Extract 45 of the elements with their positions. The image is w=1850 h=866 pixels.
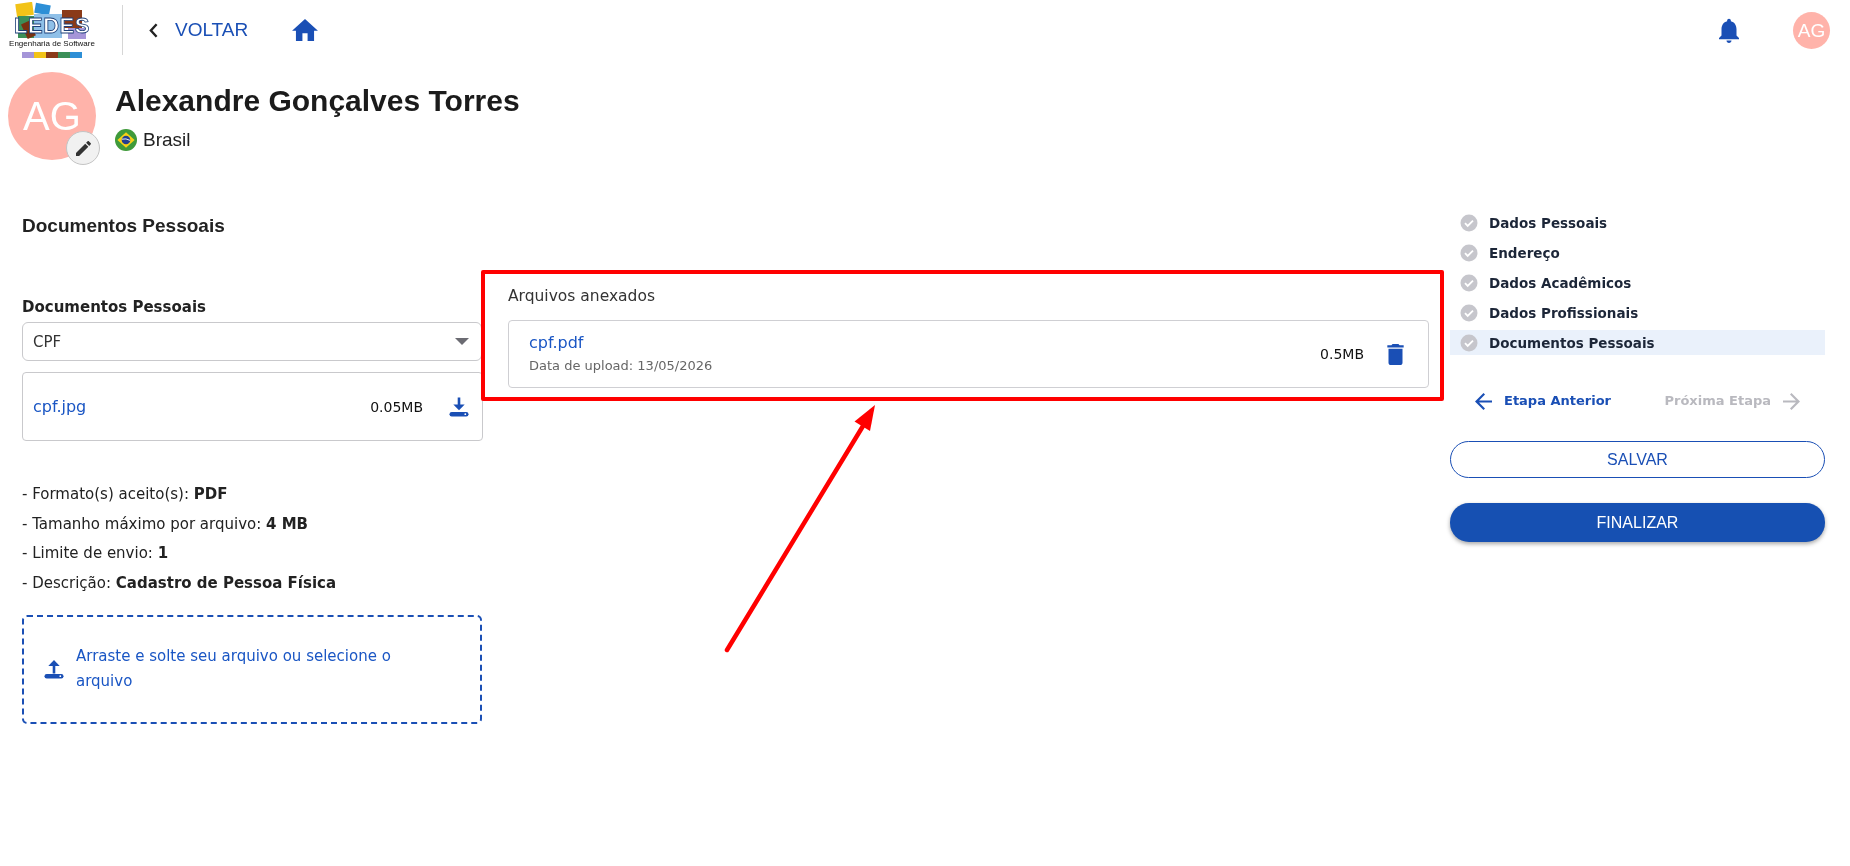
logo-title: LEDES	[14, 15, 90, 37]
home-icon	[292, 19, 319, 41]
upload-dropzone[interactable]: Arraste e solte seu arquivo ou selecione o arquivo	[22, 614, 482, 724]
save-button[interactable]: SALVAR	[1450, 441, 1825, 478]
download-button[interactable]	[449, 396, 469, 417]
file-link[interactable]: cpf.jpg	[33, 396, 87, 417]
profile-avatar: AG	[8, 72, 96, 160]
bell-icon	[1718, 17, 1740, 43]
step-item[interactable]: Endereço	[1450, 240, 1825, 265]
notifications-button[interactable]	[1718, 17, 1740, 43]
requirement-text: - Formato(s) aceito(s): PDF	[22, 484, 229, 505]
edit-avatar-button[interactable]	[66, 131, 100, 165]
upload-link[interactable]: Arraste e solte seu arquivo ou selecione o arquivo	[76, 644, 446, 695]
section-title: Documentos Pessoais	[22, 214, 226, 238]
trash-icon	[1387, 343, 1404, 365]
document-select[interactable]: CPF	[22, 322, 482, 361]
arrow-right-icon	[1783, 392, 1800, 410]
flag-icon	[115, 129, 137, 151]
step-item[interactable]: Dados Acadêmicos	[1450, 270, 1825, 295]
arrow-left-icon	[1475, 392, 1492, 410]
logo-subtitle: Engenharia de Software	[8, 39, 96, 49]
download-icon	[449, 396, 469, 417]
file-link[interactable]: cpf.pdf	[529, 332, 584, 354]
pencil-icon	[75, 140, 91, 156]
back-link[interactable]: VOLTAR	[149, 19, 249, 41]
step-item[interactable]: Dados Pessoais	[1450, 210, 1825, 235]
step-item[interactable]: Documentos Pessoais	[1450, 330, 1825, 355]
requirement-text: - Descrição: Cadastro de Pessoa Física	[22, 573, 338, 595]
step-item[interactable]: Dados Profissionais	[1450, 300, 1825, 325]
caret-down-icon	[455, 338, 469, 345]
file-size: 0.5MB	[1320, 345, 1364, 363]
upload-date: Data de upload: 13/05/2026	[529, 357, 713, 375]
country-label: Brasil	[143, 129, 191, 151]
profile-name: Alexandre Gonçalves Torres	[115, 84, 520, 118]
upload-icon	[44, 659, 64, 680]
home-button[interactable]	[292, 19, 319, 41]
file-size: 0.05MB	[370, 397, 423, 416]
previous-step-button[interactable]: Etapa Anterior	[1475, 392, 1612, 410]
delete-button[interactable]	[1387, 343, 1404, 365]
panel-title: Arquivos anexados	[508, 286, 656, 307]
requirement-text: - Limite de envio: 1	[22, 543, 170, 565]
field-label: Documentos Pessoais	[22, 297, 207, 317]
requirement-text: - Tamanho máximo por arquivo: 4 MB	[22, 513, 310, 535]
chevron-left-icon	[149, 22, 158, 38]
finish-button[interactable]: FINALIZAR	[1450, 503, 1825, 542]
